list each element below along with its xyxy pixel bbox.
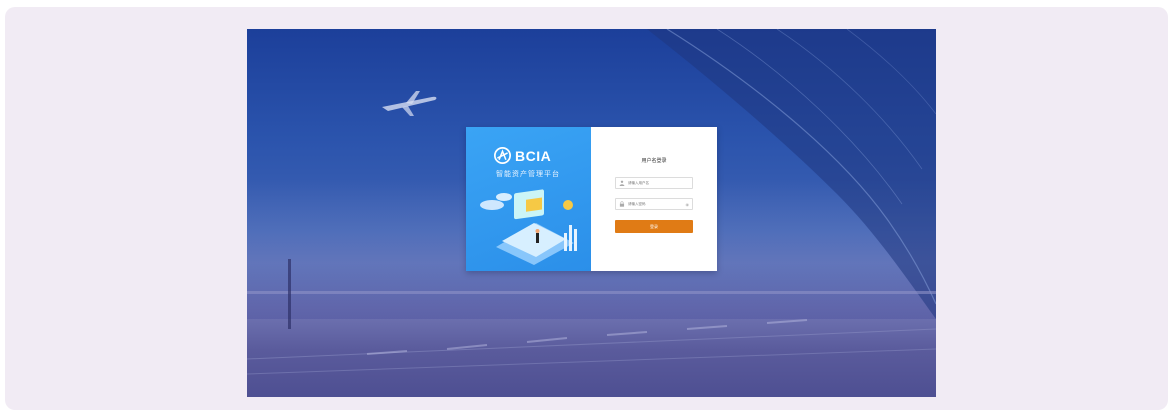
username-field[interactable] [615,177,693,189]
airplane-icon [382,91,437,116]
brand-panel: BCIA 智能资产管理平台 [466,127,591,271]
password-input[interactable] [624,200,686,208]
password-field[interactable]: ◉ [615,198,693,210]
login-button[interactable]: 登录 [615,220,693,233]
brand: BCIA [494,147,551,164]
bcia-logo-icon [494,147,511,164]
login-panel: 用户名登录 ◉ 登录 [591,127,717,271]
login-card: BCIA 智能资产管理平台 用户名登录 请输入用户名 ◉ 登录 [466,127,717,271]
login-page-background: BCIA 智能资产管理平台 用户名登录 请输入用户名 ◉ 登录 [247,29,936,397]
brand-subtitle: 智能资产管理平台 [496,171,560,178]
brand-name: BCIA [515,147,552,164]
platform-illustration-icon [480,189,577,265]
login-title: 用户名登录 [641,158,667,164]
username-input[interactable] [625,179,686,187]
eye-icon[interactable]: ◉ [686,202,690,207]
